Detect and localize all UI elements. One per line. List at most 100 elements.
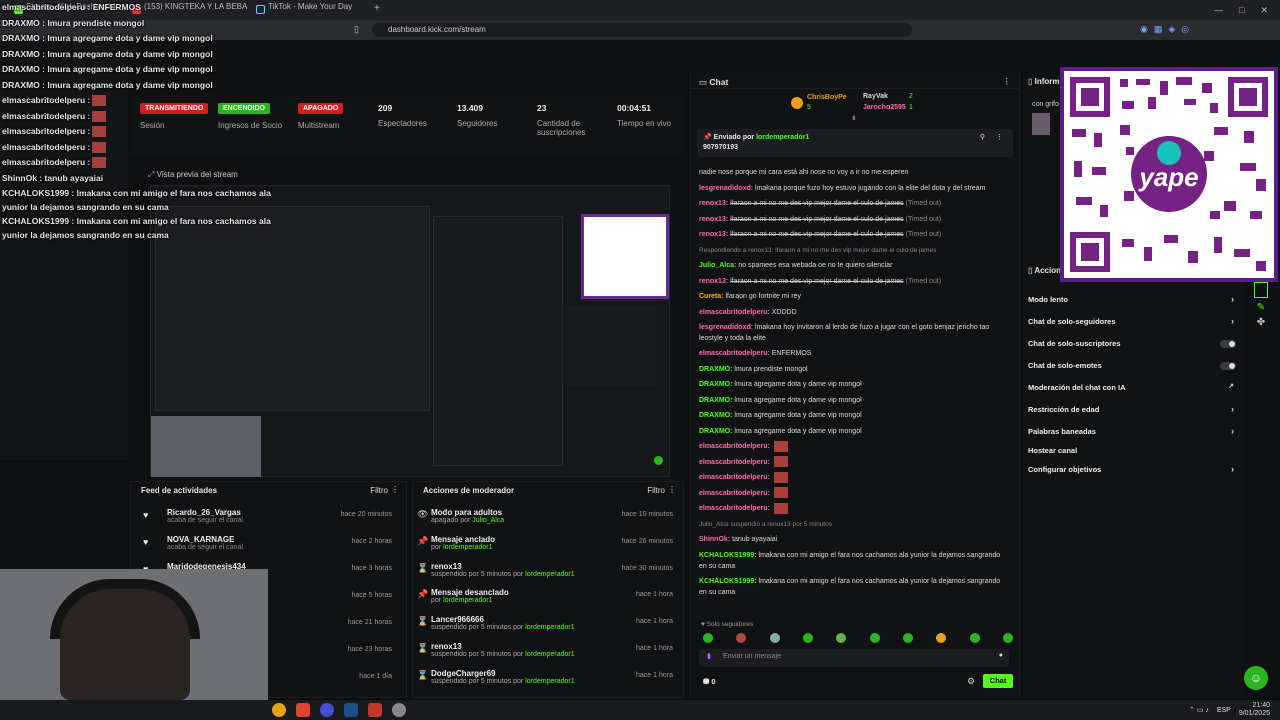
chat-username[interactable]: DRAXMO: bbox=[699, 428, 732, 435]
extensions-icon[interactable]: ◉▦◈◎ bbox=[1140, 24, 1195, 35]
chat-message[interactable]: elmascabritodelperu: bbox=[691, 486, 1019, 502]
chat-message[interactable]: lesgrenadidoxd: lmakana hoy invitaron al… bbox=[691, 320, 1009, 346]
chat-message[interactable]: elmascabritodelperu: XDDDD bbox=[691, 305, 1019, 321]
pinned-message[interactable]: 📌 Enviado por lordemperador1 907970193 ⚲… bbox=[697, 129, 1013, 157]
chat-message[interactable]: elmascabritodelperu: bbox=[691, 439, 1019, 455]
chat-message[interactable]: renox13: lfaraon a mi no me des vip mejo… bbox=[691, 196, 1019, 212]
wrench-icon[interactable]: ✎ bbox=[1250, 302, 1272, 313]
tray-icons[interactable]: ⌃ ▭ ♪ bbox=[1189, 706, 1209, 714]
chat-message[interactable]: DRAXMO: lmura agregame dota y dame vip m… bbox=[691, 393, 1019, 409]
chat-username[interactable]: KCHALOKS1999: bbox=[699, 552, 757, 559]
chat-username[interactable]: elmascabritodelperu: bbox=[699, 443, 770, 450]
moderator-name[interactable]: lordemperador1 bbox=[525, 624, 574, 631]
chat-input[interactable]: ▮ Enviar un mensaje ● bbox=[699, 649, 1009, 667]
chat-username[interactable]: elmascabritodelperu: bbox=[699, 309, 770, 316]
chat-username[interactable]: DRAXMO: bbox=[699, 366, 732, 373]
help-button[interactable]: ☺ bbox=[1244, 666, 1268, 690]
moderator-name[interactable]: lordemperador1 bbox=[525, 651, 574, 658]
chat-message[interactable]: nadie nose porque mi cara está ahi nose … bbox=[691, 165, 1019, 181]
list-item[interactable]: 📌 Mensaje desanclado por lordemperador1 hac… bbox=[413, 588, 683, 615]
puzzle-icon[interactable]: ✤ bbox=[1250, 317, 1272, 328]
clock[interactable]: 21:40 9/01/2025 bbox=[1239, 702, 1270, 718]
setting-palabras-baneadas[interactable]: Palabras baneadas › bbox=[1028, 426, 1238, 441]
mod-filter-button[interactable]: Filtro bbox=[647, 486, 665, 495]
chat-message[interactable]: renox13: lfaraon a mi no me des vip mejo… bbox=[691, 212, 1019, 228]
emote-icon[interactable] bbox=[836, 633, 847, 643]
list-item[interactable]: ⌛ Lancer966666 suspendido por 5 minutos po… bbox=[413, 615, 683, 642]
setting-hostear-canal[interactable]: Hostear canal bbox=[1028, 446, 1238, 460]
chat-message[interactable]: Julio_Alca: no spamees esa webada oe no … bbox=[691, 258, 1019, 274]
chat-message[interactable]: DRAXMO: lmura prendiste mongol bbox=[691, 362, 1019, 378]
setting-restricción-de-edad[interactable]: Restricción de edad › bbox=[1028, 404, 1238, 419]
chat-message[interactable]: Cureta: lfaraon go fortnite mi rey bbox=[691, 289, 1019, 305]
emote-icon[interactable] bbox=[736, 633, 747, 643]
toggle-switch[interactable] bbox=[1220, 362, 1236, 370]
chat-username[interactable]: DRAXMO: bbox=[699, 397, 732, 404]
moderator-name[interactable]: Julio_Alca bbox=[472, 517, 504, 524]
chat-message[interactable]: elmascabritodelperu: bbox=[691, 501, 1019, 517]
setting-chat-de-solo-emotes[interactable]: Chat de solo-emotes bbox=[1028, 361, 1238, 375]
chat-username[interactable]: elmascabritodelperu: bbox=[699, 459, 770, 466]
list-item[interactable]: ⌛ renox13 suspendido por 5 minutos por lor… bbox=[413, 642, 683, 669]
emoji-icon[interactable]: ● bbox=[999, 652, 1003, 659]
emote-icon[interactable] bbox=[769, 633, 780, 643]
chat-username[interactable]: KCHALOKS1999: bbox=[699, 578, 757, 585]
app-icon[interactable] bbox=[368, 703, 382, 717]
steam-icon[interactable] bbox=[344, 703, 358, 717]
url-input[interactable]: dashboard.kick.com/stream bbox=[372, 23, 912, 37]
chat-username[interactable]: renox13: bbox=[699, 231, 728, 238]
toggle-switch[interactable] bbox=[1220, 340, 1236, 348]
chat-menu-icon[interactable]: ⋮ bbox=[1003, 76, 1012, 87]
chrome-icon[interactable] bbox=[272, 703, 286, 717]
chat-username[interactable]: DRAXMO: bbox=[699, 381, 732, 388]
more-options-icon[interactable]: ⋮ bbox=[391, 485, 399, 494]
language-indicator[interactable]: ESP bbox=[1217, 707, 1231, 714]
list-item[interactable]: ♥ NOVA_KARNAGE acaba de seguir el canal hac… bbox=[131, 535, 406, 562]
chat-username[interactable]: elmascabritodelperu: bbox=[699, 490, 770, 497]
moderator-name[interactable]: lordemperador1 bbox=[525, 678, 574, 685]
unpin-icon[interactable]: ⚲ bbox=[980, 133, 985, 141]
setting-moderación-del-chat-con-ia[interactable]: Moderación del chat con IA ↗ bbox=[1028, 383, 1238, 397]
emote-picker-icon[interactable]: ▮ bbox=[707, 652, 711, 660]
chat-message[interactable]: DRAXMO: lmura agregame dota y dame vip m… bbox=[691, 377, 1019, 393]
brave-icon[interactable] bbox=[296, 703, 310, 717]
more-options-icon[interactable]: ⋮ bbox=[668, 485, 676, 494]
activity-filter-button[interactable]: Filtro bbox=[370, 486, 388, 495]
chat-username[interactable]: ShinnOk: bbox=[699, 536, 730, 543]
setting-modo-lento[interactable]: Modo lento › bbox=[1028, 294, 1238, 309]
chat-message[interactable]: Julio_Alca suspendió a renox13 por 5 min… bbox=[691, 517, 1019, 533]
emote-icon[interactable] bbox=[802, 633, 813, 643]
chat-message[interactable]: elmascabritodelperu: bbox=[691, 455, 1019, 471]
points-display[interactable]: ⛃ 0 bbox=[703, 677, 716, 686]
chat-username[interactable]: renox13: bbox=[699, 278, 728, 285]
chat-message[interactable]: renox13: lfaraon a mi no me des vip mejo… bbox=[691, 227, 1019, 243]
list-item[interactable]: 📌 Mensaje anclado por lordemperador1 hace 2… bbox=[413, 535, 683, 562]
pinned-menu-icon[interactable]: ⋮ bbox=[996, 133, 1003, 141]
chat-username[interactable]: renox13: bbox=[699, 200, 728, 207]
chat-settings-icon[interactable]: ⚙ bbox=[967, 676, 975, 687]
list-item[interactable]: ⌛ DodgeCharger69 suspendido por 5 minutos … bbox=[413, 669, 683, 696]
emote-icon[interactable] bbox=[869, 633, 880, 643]
emote-icon[interactable] bbox=[936, 633, 947, 643]
chat-username[interactable]: Julio_Alca: bbox=[699, 262, 736, 269]
list-item[interactable]: ⌛ renox13 suspendido por 5 minutos por lor… bbox=[413, 562, 683, 589]
chat-message[interactable]: ShinnOk: tanub ayayaiai bbox=[691, 532, 1019, 548]
chat-message[interactable]: DRAXMO: lmura agregame dota y dame vip m… bbox=[691, 424, 1019, 440]
moderator-name[interactable]: lordemperador1 bbox=[525, 571, 574, 578]
obs-icon[interactable] bbox=[320, 703, 334, 717]
chat-username[interactable]: Cureta: bbox=[699, 293, 724, 300]
chat-username[interactable]: DRAXMO: bbox=[699, 412, 732, 419]
chat-message[interactable]: KCHALOKS1999: lmakana con mi amigo el fa… bbox=[691, 574, 1009, 600]
settings-app-icon[interactable] bbox=[392, 703, 406, 717]
chat-message[interactable]: KCHALOKS1999: lmakana con mi amigo el fa… bbox=[691, 548, 1009, 574]
moderator-name[interactable]: lordemperador1 bbox=[443, 597, 492, 604]
list-item[interactable]: 👁 Modo para adultos apagado por Julio_Alca… bbox=[413, 508, 683, 535]
chat-username[interactable]: elmascabritodelperu: bbox=[699, 474, 770, 481]
maximize-button[interactable]: □ bbox=[1239, 5, 1244, 15]
chat-username[interactable]: lesgrenadidoxd: bbox=[699, 324, 753, 331]
bookmark-icon[interactable]: ▯ bbox=[354, 24, 359, 35]
close-button[interactable]: ✕ bbox=[1260, 5, 1268, 16]
layout-icon[interactable] bbox=[1254, 282, 1268, 298]
new-tab-button[interactable]: + bbox=[374, 3, 380, 14]
setting-chat-de-solo-seguidores[interactable]: Chat de solo-seguidores › bbox=[1028, 316, 1238, 331]
